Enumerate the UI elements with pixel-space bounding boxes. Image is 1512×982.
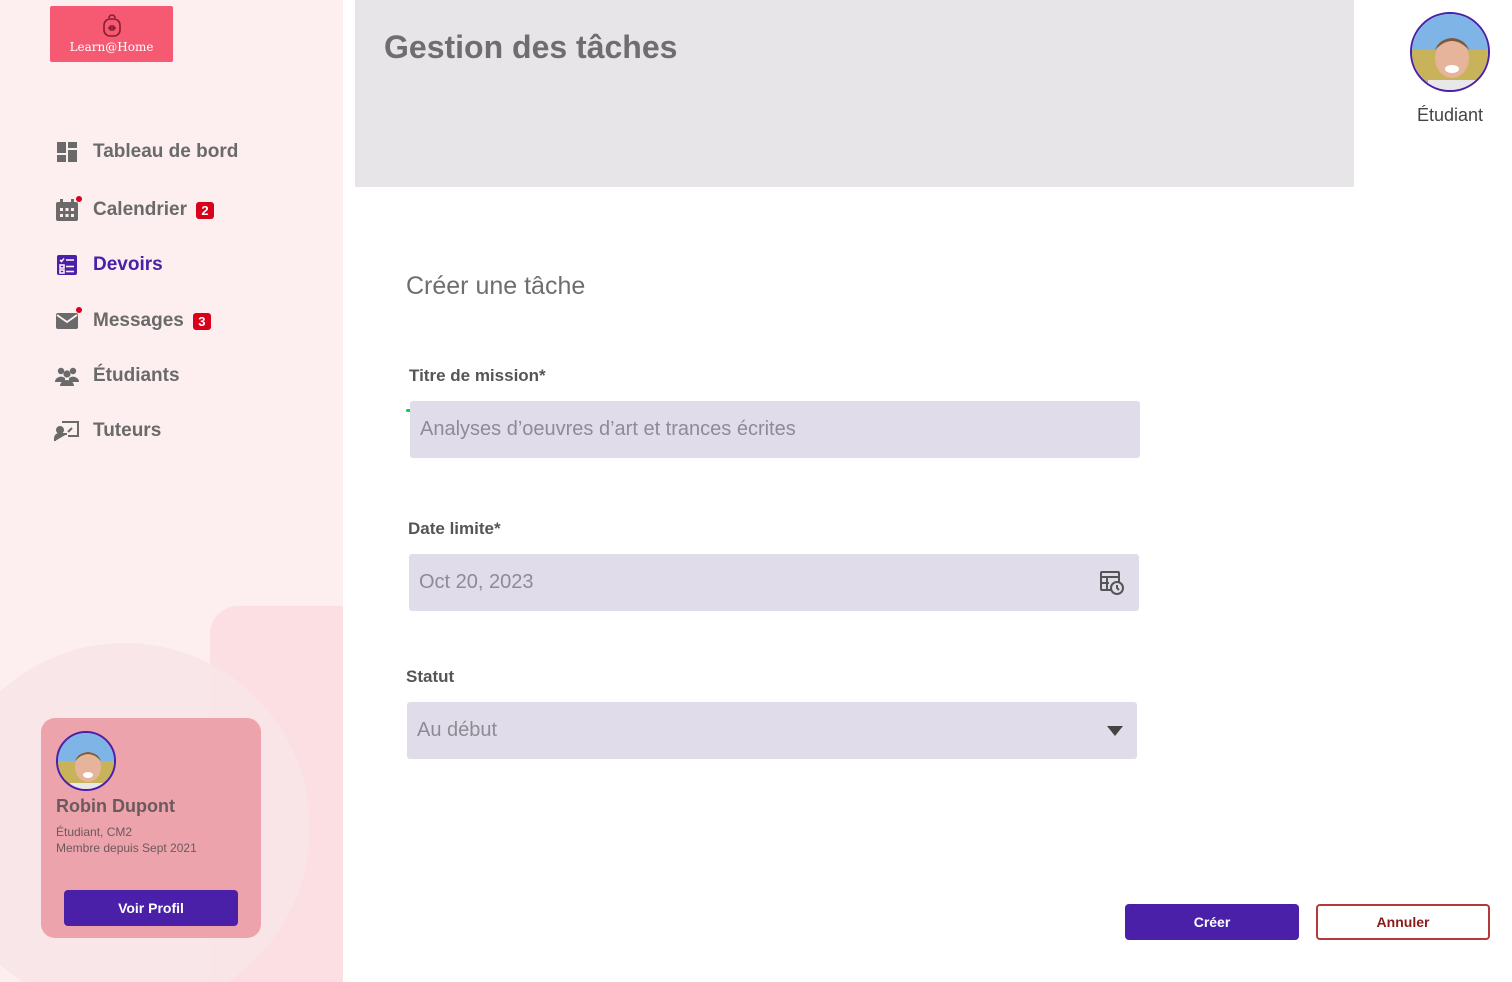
user-role: Étudiant (1416, 105, 1484, 125)
calendar-icon (54, 196, 82, 223)
page-title: Gestion des tâches (384, 29, 678, 65)
create-button[interactable]: Créer (1125, 904, 1299, 940)
calendar-badge: 2 (195, 201, 214, 219)
profile-card: Robin Dupont Étudiant, CM2 Membre depuis… (41, 718, 261, 938)
students-icon (54, 363, 80, 389)
form-title: Créer une tâche (406, 272, 586, 300)
due-date-field[interactable]: Oct 20, 2023 (409, 554, 1139, 611)
status-value: Au début (417, 719, 498, 741)
profile-details: Étudiant, CM2 Membre depuis Sept 2021 (56, 824, 197, 856)
sidebar-item-calendar[interactable]: Calendrier 2 (54, 196, 214, 223)
tutor-icon (54, 418, 80, 444)
homework-icon (54, 252, 80, 278)
status-select[interactable]: Au début (407, 702, 1137, 759)
mail-icon (54, 307, 82, 334)
mission-title-label: Titre de mission* (409, 366, 546, 385)
avatar[interactable] (1410, 12, 1490, 92)
chevron-down-icon[interactable] (1107, 725, 1123, 736)
logo-text: Learn@Home (69, 40, 154, 54)
notification-dot (76, 196, 82, 202)
view-profile-button[interactable]: Voir Profil (64, 890, 238, 926)
mission-title-input[interactable] (420, 418, 1140, 441)
mission-title-field[interactable] (410, 401, 1140, 458)
user-menu[interactable] (1410, 12, 1490, 92)
messages-badge: 3 (192, 312, 211, 330)
backpack-icon (102, 14, 121, 37)
due-date-label: Date limite* (408, 519, 501, 538)
app-logo[interactable]: Learn@Home (50, 6, 173, 62)
sidebar: Learn@Home Tableau de bord Calendrier 2 … (0, 0, 343, 982)
sidebar-item-label: Devoirs (93, 254, 163, 275)
sidebar-item-messages[interactable]: Messages 3 (54, 307, 211, 334)
sidebar-item-label: Calendrier (93, 199, 187, 220)
page-header: Gestion des tâches (355, 0, 1354, 187)
sidebar-item-students[interactable]: Étudiants (54, 363, 180, 389)
sidebar-item-label: Étudiants (93, 365, 180, 386)
profile-name: Robin Dupont (56, 796, 175, 816)
sidebar-item-label: Tuteurs (93, 420, 162, 441)
notification-dot (76, 307, 82, 313)
dashboard-icon (54, 139, 80, 165)
sidebar-item-homework[interactable]: Devoirs (54, 252, 163, 278)
profile-line-1: Étudiant, CM2 (56, 825, 133, 839)
sidebar-item-tutors[interactable]: Tuteurs (54, 418, 161, 444)
due-date-value: Oct 20, 2023 (419, 571, 534, 593)
sidebar-item-label: Messages (93, 310, 184, 331)
status-label: Statut (406, 667, 455, 686)
calendar-clock-icon[interactable] (1099, 570, 1125, 596)
profile-line-2: Membre depuis Sept 2021 (56, 841, 197, 855)
sidebar-item-label: Tableau de bord (93, 141, 239, 162)
avatar[interactable] (56, 731, 116, 791)
cancel-button[interactable]: Annuler (1316, 904, 1490, 940)
sidebar-item-dashboard[interactable]: Tableau de bord (54, 139, 238, 165)
